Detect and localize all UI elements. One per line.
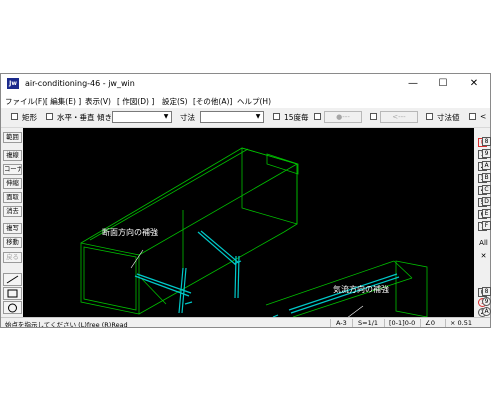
- rect-checkbox[interactable]: [11, 113, 18, 120]
- rectangle-icon: [7, 289, 18, 298]
- status-layer[interactable]: [0-1]0-0: [389, 319, 415, 327]
- layer-group-4[interactable]: 4: [478, 186, 487, 195]
- tool-undo-button[interactable]: 戻る: [3, 252, 22, 263]
- menu-other[interactable]: [その他(A)]: [193, 96, 232, 107]
- layer-group-3[interactable]: 3: [478, 174, 487, 183]
- slope-combo[interactable]: ▼: [112, 111, 172, 123]
- duct-1-flange-inner: [83, 246, 137, 311]
- status-paper[interactable]: A-3: [336, 319, 347, 327]
- tool-circle-button[interactable]: [3, 301, 22, 314]
- dimval-checkbox[interactable]: [426, 113, 433, 120]
- maximize-button[interactable]: ☐: [428, 75, 458, 93]
- layer-group-7[interactable]: 7: [478, 222, 487, 231]
- circle-icon: [8, 303, 17, 313]
- status-hint: 始点を指示してください (L)free (R)Read: [5, 321, 128, 328]
- menu-draw[interactable]: [ 作図(D) ]: [117, 96, 154, 107]
- lt-label: <: [480, 112, 487, 121]
- reinforcement-airflow: [272, 273, 400, 317]
- layer-group-2[interactable]: 2: [478, 162, 487, 171]
- layer-group-5[interactable]: 5: [478, 198, 487, 207]
- dash1-checkbox[interactable]: [314, 113, 321, 120]
- chevron-down-icon: ▼: [255, 113, 261, 120]
- menu-edit[interactable]: [ 編集(E) ]: [45, 96, 81, 107]
- dash2-button[interactable]: <---: [380, 111, 418, 123]
- layer-panel: 0 1 2 3 4 5 6 7 0 1 2: [474, 128, 490, 317]
- dash1-button[interactable]: ●---: [324, 111, 362, 123]
- status-divider: [330, 319, 331, 327]
- chevron-down-icon: ▼: [163, 113, 169, 120]
- layer-group-0[interactable]: 0: [478, 138, 487, 147]
- title-bar: Jw air-conditioning-46 - jw_win — ☐ ✕: [1, 74, 490, 94]
- dimension-label: 寸法: [180, 113, 195, 122]
- tool-line-button[interactable]: [3, 273, 22, 286]
- tool-offset-button[interactable]: 複線: [3, 150, 22, 161]
- close-button[interactable]: ✕: [459, 75, 489, 93]
- layer-group-1[interactable]: 1: [478, 150, 487, 159]
- hv-checkbox[interactable]: [46, 113, 53, 120]
- status-divider: [384, 319, 385, 327]
- tool-range-button[interactable]: 範囲: [3, 132, 22, 143]
- toolbar: 矩形 水平・垂直 傾き ▼ 寸法 ▼ 15度毎 ●--- <--- 寸法値 <: [1, 108, 490, 128]
- status-angle[interactable]: ∠0: [425, 319, 435, 327]
- tool-erase-button[interactable]: 消去: [3, 206, 22, 217]
- menu-bar: ファイル(F) [ 編集(E) ] 表示(V) [ 作図(D) ] 設定(S) …: [1, 94, 490, 108]
- app-icon: Jw: [7, 78, 19, 89]
- duct-1-flange-outer: [80, 242, 140, 315]
- slope-label: 傾き: [97, 113, 112, 122]
- cad-drawing: 断面方向の補強 気流方向の補強: [80, 147, 428, 317]
- status-scale[interactable]: S=1/1: [358, 319, 378, 327]
- tool-rectangle-button[interactable]: [3, 287, 22, 300]
- dimension-combo[interactable]: ▼: [200, 111, 264, 123]
- menu-file[interactable]: ファイル(F): [5, 96, 45, 107]
- dimval-label: 寸法値: [437, 113, 460, 122]
- rect-label: 矩形: [22, 113, 37, 122]
- drawing-canvas[interactable]: 断面方向の補強 気流方向の補強: [23, 128, 474, 317]
- app-window: Jw air-conditioning-46 - jw_win — ☐ ✕ ファ…: [0, 73, 491, 328]
- reinforcement-cross: [134, 230, 242, 314]
- menu-view[interactable]: 表示(V): [85, 96, 111, 107]
- minimize-button[interactable]: —: [398, 75, 428, 93]
- deg15-checkbox[interactable]: [273, 113, 280, 120]
- status-divider: [445, 319, 446, 327]
- status-divider: [352, 319, 353, 327]
- deg15-label: 15度毎: [284, 113, 309, 122]
- annotation-airflow-reinforcement: 気流方向の補強: [333, 284, 389, 294]
- status-divider: [420, 319, 421, 327]
- layer-2[interactable]: 2: [478, 308, 487, 317]
- left-toolbar: 範囲 複線 コーナー 伸縮 面取 消去 複写 移動 戻る: [1, 128, 23, 316]
- tool-move-button[interactable]: 移動: [3, 237, 22, 248]
- menu-settings[interactable]: 設定(S): [162, 96, 188, 107]
- tool-corner-button[interactable]: コーナー: [3, 164, 22, 175]
- lt-checkbox[interactable]: [469, 113, 476, 120]
- layer-group-6[interactable]: 6: [478, 210, 487, 219]
- tool-copy-button[interactable]: 複写: [3, 223, 22, 234]
- tool-stretch-button[interactable]: 伸縮: [3, 178, 22, 189]
- status-bar: 始点を指示してください (L)free (R)Read A-3 S=1/1 [0…: [1, 317, 490, 328]
- tool-chamfer-button[interactable]: 面取: [3, 192, 22, 203]
- layer-0[interactable]: 0: [478, 288, 487, 297]
- dash2-checkbox[interactable]: [370, 113, 377, 120]
- annotation-section-reinforcement: 断面方向の補強: [102, 227, 158, 237]
- window-title: air-conditioning-46 - jw_win: [25, 79, 135, 88]
- menu-help[interactable]: ヘルプ(H): [237, 96, 271, 107]
- layer-1[interactable]: 1: [478, 298, 487, 307]
- status-zoom[interactable]: × 0.51: [450, 319, 472, 327]
- line-icon: [6, 275, 19, 284]
- hv-label: 水平・垂直: [57, 113, 95, 122]
